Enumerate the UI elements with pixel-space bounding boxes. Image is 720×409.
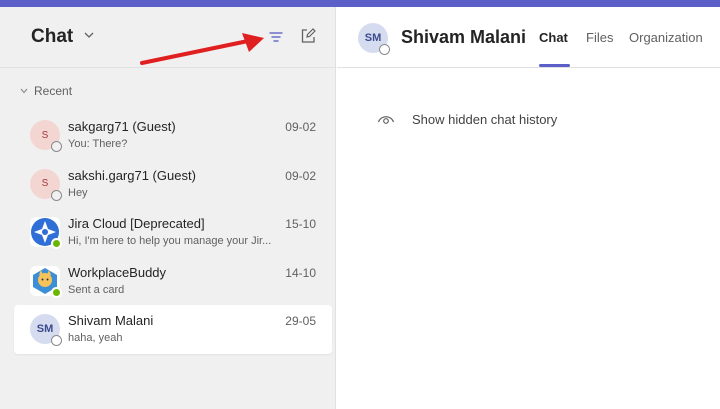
tab-chat[interactable]: Chat xyxy=(539,30,568,45)
chat-item-jira-cloud[interactable]: Jira Cloud [Deprecated] Hi, I'm here to … xyxy=(14,208,332,257)
active-tab-indicator xyxy=(539,64,570,67)
chat-preview: haha, yeah xyxy=(68,332,123,344)
recent-label: Recent xyxy=(34,84,73,98)
chat-name: sakgarg71 (Guest) xyxy=(68,119,176,134)
app-top-bar xyxy=(0,0,720,7)
red-arrow-annotation xyxy=(140,33,264,65)
presence-available-icon xyxy=(51,238,62,249)
chat-header: SM Shivam Malani Chat Files Organization xyxy=(337,7,720,68)
chevron-down-icon[interactable] xyxy=(82,28,96,42)
chat-date: 09-02 xyxy=(285,120,316,134)
show-hidden-history-button[interactable]: Show hidden chat history xyxy=(377,110,557,128)
chat-date: 15-10 xyxy=(285,217,316,231)
chat-item-sakgarg71[interactable]: S sakgarg71 (Guest) You: There? 09-02 xyxy=(14,111,332,160)
chat-name: sakshi.garg71 (Guest) xyxy=(68,167,196,183)
presence-offline-icon xyxy=(51,141,62,152)
tab-organization[interactable]: Organization xyxy=(629,30,703,45)
chat-name: Jira Cloud [Deprecated] xyxy=(68,216,205,231)
chat-preview: Hey xyxy=(68,186,88,199)
presence-offline-icon xyxy=(379,44,390,55)
filter-icon[interactable] xyxy=(266,27,286,47)
chat-sidebar: Chat Recent S sakgarg71 (Guest) You: The… xyxy=(0,7,336,409)
chat-name: Shivam Malani xyxy=(68,313,154,328)
new-chat-icon[interactable] xyxy=(298,26,318,46)
presence-offline-icon xyxy=(51,335,62,346)
recent-section-header[interactable]: Recent xyxy=(20,84,72,98)
chat-item-workplacebuddy[interactable]: WorkplaceBuddy Sent a card 14-10 xyxy=(14,257,332,306)
chat-date: 29-05 xyxy=(285,314,316,328)
chat-name: WorkplaceBuddy xyxy=(68,264,167,280)
conversation-title: Shivam Malani xyxy=(401,27,527,47)
chat-date: 14-10 xyxy=(285,265,316,280)
chat-preview: Hi, I'm here to help you manage your Jir… xyxy=(68,235,272,247)
chat-list: S sakgarg71 (Guest) You: There? 09-02 S … xyxy=(14,111,332,354)
chat-date: 09-02 xyxy=(285,168,316,183)
hidden-history-label: Show hidden chat history xyxy=(412,111,558,127)
presence-available-icon xyxy=(51,286,62,298)
chat-item-sakshi-garg71[interactable]: S sakshi.garg71 (Guest) Hey 09-02 xyxy=(14,160,332,209)
chat-item-shivam-malani[interactable]: SM Shivam Malani haha, yeah 29-05 xyxy=(14,305,332,354)
chat-main-pane: SM Shivam Malani Chat Files Organization… xyxy=(337,7,720,409)
sidebar-title[interactable]: Chat xyxy=(31,26,73,48)
tab-files[interactable]: Files xyxy=(586,30,613,45)
chat-preview: You: There? xyxy=(68,138,128,150)
presence-offline-icon xyxy=(51,189,62,201)
chevron-down-icon xyxy=(20,88,28,94)
chat-preview: Sent a card xyxy=(68,283,125,296)
eye-icon xyxy=(377,116,395,124)
